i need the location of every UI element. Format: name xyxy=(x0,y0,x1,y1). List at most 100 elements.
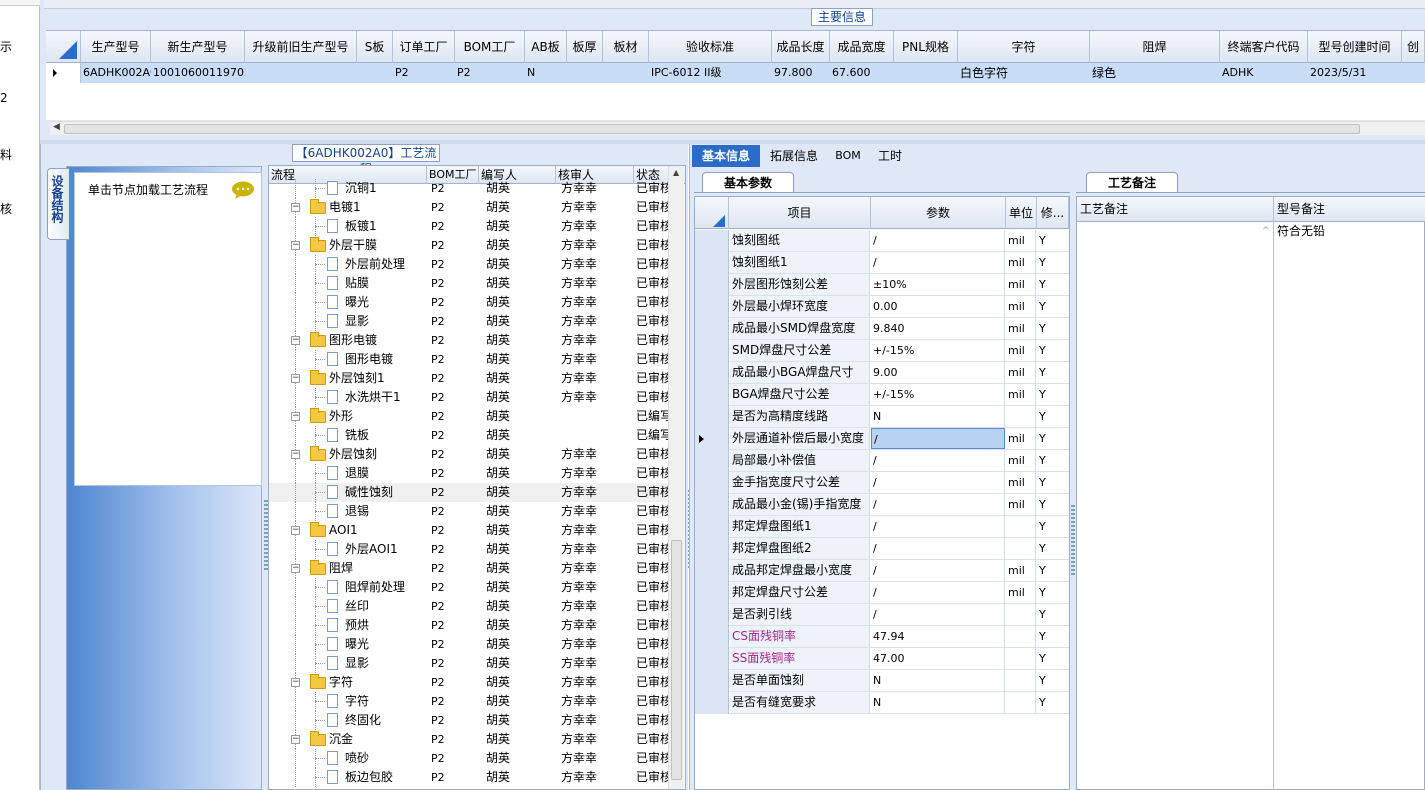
param-row[interactable]: 是否为高精度线路 N Y xyxy=(695,406,1069,428)
row-header[interactable] xyxy=(695,582,729,604)
param-row[interactable]: 外层最小焊环宽度 0.00 mil Y xyxy=(695,296,1069,318)
flow-row[interactable]: 退锡 P2 胡英 方幸幸 已审核 xyxy=(269,502,669,521)
param-row[interactable]: 是否单面蚀刻 N Y xyxy=(695,670,1069,692)
col-created-time[interactable]: 型号创建时间 xyxy=(1308,31,1402,63)
scroll-up-arrow-icon[interactable]: ▲ xyxy=(673,168,679,177)
param-unit[interactable]: mil xyxy=(1006,560,1036,581)
param-row[interactable]: 成品最小BGA焊盘尺寸 9.00 mil Y xyxy=(695,362,1069,384)
col-customer-code[interactable]: 终端客户代码 xyxy=(1220,31,1308,63)
row-header[interactable] xyxy=(695,340,729,362)
flow-row[interactable]: 板边包胶 P2 胡英 方幸幸 已审核 xyxy=(269,768,669,787)
param-modify[interactable]: Y xyxy=(1037,362,1067,383)
param-unit[interactable]: mil xyxy=(1006,450,1036,471)
tab-work-hours[interactable]: 工时 xyxy=(872,145,908,167)
flow-row[interactable]: 阻焊前处理 P2 胡英 方幸幸 已审核 xyxy=(269,578,669,597)
param-value[interactable]: +/-15% xyxy=(871,384,1005,405)
collapse-icon[interactable]: − xyxy=(291,450,300,459)
vscroll-thumb[interactable] xyxy=(671,540,682,780)
row-header[interactable] xyxy=(695,648,729,670)
param-row[interactable]: SMD焊盘尺寸公差 +/-15% mil Y xyxy=(695,340,1069,362)
param-unit[interactable] xyxy=(1006,626,1036,647)
col-material[interactable]: 板材 xyxy=(603,31,649,63)
select-all-corner[interactable] xyxy=(46,31,81,63)
cell-ab-board[interactable]: N xyxy=(525,63,567,83)
param-unit[interactable] xyxy=(1006,516,1036,537)
collapse-icon[interactable]: − xyxy=(291,678,300,687)
param-value[interactable]: / xyxy=(871,450,1005,471)
col-thickness[interactable]: 板厚 xyxy=(567,31,603,63)
cell-new-production-model[interactable]: 10010600119702 xyxy=(151,63,245,83)
collapse-icon[interactable]: − xyxy=(291,564,300,573)
param-corner[interactable] xyxy=(695,197,729,229)
param-modify[interactable]: Y xyxy=(1037,296,1067,317)
param-value[interactable]: / xyxy=(871,516,1005,537)
tab-basic-info[interactable]: 基本信息 xyxy=(692,145,760,167)
param-value[interactable]: 9.840 xyxy=(871,318,1005,339)
cell-solder-mask[interactable]: 绿色 xyxy=(1090,63,1220,83)
cell-s-board[interactable] xyxy=(357,63,393,83)
col-new-production-model[interactable]: 新生产型号 xyxy=(151,31,245,63)
col-s-board[interactable]: S板 xyxy=(357,31,393,63)
tab-bom[interactable]: BOM xyxy=(830,145,866,167)
param-unit[interactable]: mil xyxy=(1006,340,1036,361)
flow-row[interactable]: 终固化 P2 胡英 方幸幸 已审核 xyxy=(269,711,669,730)
tab-basic-params[interactable]: 基本参数 xyxy=(702,172,794,193)
param-modify[interactable]: Y xyxy=(1037,318,1067,339)
cell-material[interactable] xyxy=(603,63,649,83)
flow-row[interactable]: 字符 P2 胡英 方幸幸 已审核 xyxy=(269,692,669,711)
flow-row[interactable]: 图形电镀 P2 胡英 方幸幸 已审核 xyxy=(269,350,669,369)
col-param[interactable]: 参数 xyxy=(871,197,1006,229)
row-header[interactable] xyxy=(695,274,729,296)
cell-thickness[interactable] xyxy=(567,63,603,83)
param-unit[interactable]: mil xyxy=(1006,274,1036,295)
param-row[interactable]: 蚀刻图纸 / mil Y xyxy=(695,230,1069,252)
param-unit[interactable]: mil xyxy=(1006,428,1036,449)
param-row[interactable]: 邦定焊盘尺寸公差 / mil Y xyxy=(695,582,1069,604)
param-unit[interactable] xyxy=(1006,604,1036,625)
row-header[interactable] xyxy=(695,252,729,274)
collapse-icon[interactable]: − xyxy=(291,735,300,744)
param-value[interactable]: / xyxy=(871,230,1005,251)
cell-length[interactable]: 97.800 xyxy=(772,63,830,83)
cell-pnl-spec[interactable] xyxy=(894,63,958,83)
param-modify[interactable]: Y xyxy=(1037,230,1067,251)
flow-row[interactable]: 铣板 P2 胡英 已编写 xyxy=(269,426,669,445)
col-model-remark[interactable]: 型号备注 xyxy=(1274,197,1425,222)
flow-row[interactable]: − 图形电镀 P2 胡英 方幸幸 已审核 xyxy=(269,331,669,350)
param-value[interactable]: 0.00 xyxy=(871,296,1005,317)
cell-old-model[interactable] xyxy=(245,63,357,83)
param-value[interactable]: N xyxy=(871,406,1005,427)
param-unit[interactable]: mil xyxy=(1006,472,1036,493)
cell-production-model[interactable]: 6ADHK002A0 xyxy=(81,63,151,83)
row-header[interactable] xyxy=(695,538,729,560)
row-header[interactable] xyxy=(695,472,729,494)
flow-row[interactable]: − 阻焊 P2 胡英 方幸幸 已审核 xyxy=(269,559,669,578)
param-value[interactable]: N xyxy=(871,670,1005,691)
param-unit[interactable]: mil xyxy=(1006,362,1036,383)
tab-process-notes[interactable]: 工艺备注 xyxy=(1086,172,1178,193)
col-ab-board[interactable]: AB板 xyxy=(525,31,567,63)
flow-row[interactable]: 沉铜1 P2 胡英 方幸幸 已审核 xyxy=(269,179,669,198)
param-value[interactable]: +/-15% xyxy=(871,340,1005,361)
param-row[interactable]: 邦定焊盘图纸1/ Y xyxy=(695,516,1069,538)
row-header[interactable] xyxy=(695,230,729,252)
param-unit[interactable]: mil xyxy=(1006,384,1036,405)
main-info-data-row[interactable]: 6ADHK002A0 10010600119702 P2 P2 N IPC-60… xyxy=(46,63,1425,83)
param-modify[interactable]: Y xyxy=(1037,428,1067,449)
param-modify[interactable]: Y xyxy=(1037,450,1067,471)
col-production-model[interactable]: 生产型号 xyxy=(81,31,151,63)
param-value[interactable]: 47.94 xyxy=(871,626,1005,647)
collapse-icon[interactable]: − xyxy=(291,412,300,421)
param-value[interactable]: 47.00 xyxy=(871,648,1005,669)
flow-row[interactable]: 碱性蚀刻 P2 胡英 方幸幸 已审核 xyxy=(269,483,669,502)
row-header[interactable] xyxy=(695,670,729,692)
param-modify[interactable]: Y xyxy=(1037,648,1067,669)
param-row[interactable]: BGA焊盘尺寸公差 +/-15% mil Y xyxy=(695,384,1069,406)
param-row[interactable]: SS面残铜率 47.00 Y xyxy=(695,648,1069,670)
col-solder-mask[interactable]: 阻焊 xyxy=(1090,31,1220,63)
param-unit[interactable]: mil xyxy=(1006,230,1036,251)
param-unit[interactable]: mil xyxy=(1006,494,1036,515)
param-value[interactable]: / xyxy=(871,472,1005,493)
param-value[interactable]: / xyxy=(871,604,1005,625)
param-modify[interactable]: Y xyxy=(1037,560,1067,581)
